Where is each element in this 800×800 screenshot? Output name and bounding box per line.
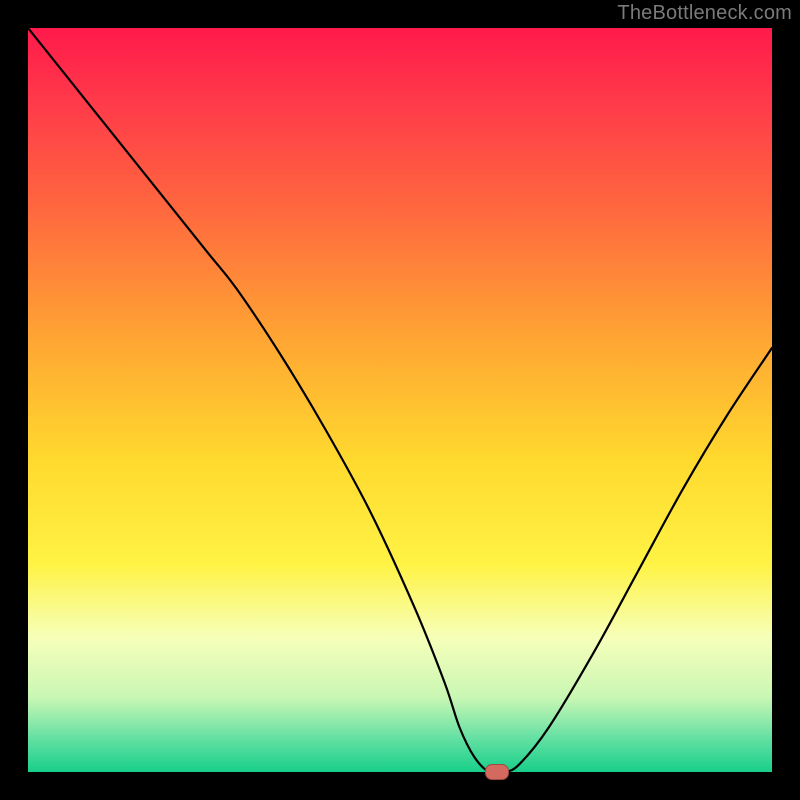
bottleneck-chart: [28, 28, 772, 772]
gradient-background: [28, 28, 772, 772]
plot-area: [28, 28, 772, 772]
chart-container: TheBottleneck.com: [0, 0, 800, 800]
watermark-text: TheBottleneck.com: [617, 2, 792, 25]
optimal-point-marker: [485, 764, 509, 780]
